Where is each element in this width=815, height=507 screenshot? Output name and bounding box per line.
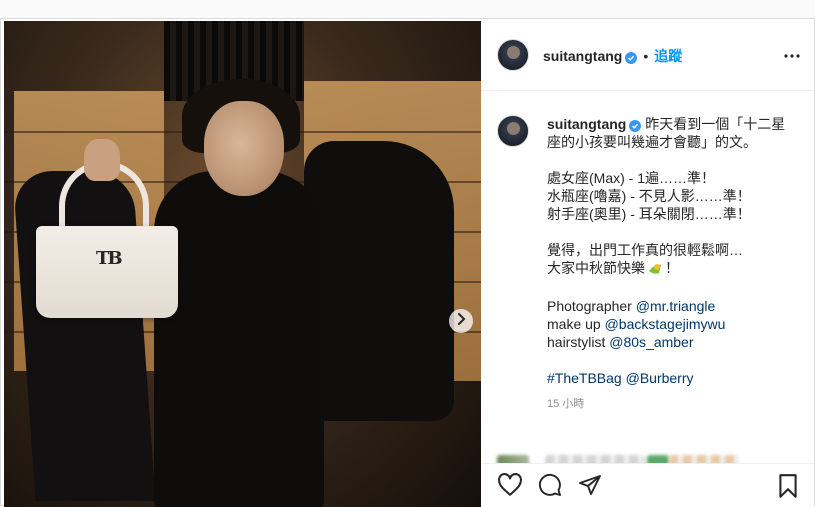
credit-line: make up @backstagejimywu bbox=[547, 315, 793, 333]
caption: suitangtang 昨天看到一個「十二星 座的小孩要叫幾遍才會聽」的文。 處… bbox=[547, 115, 793, 413]
figure-dress bbox=[154, 171, 324, 507]
caption-username[interactable]: suitangtang bbox=[547, 116, 626, 132]
credit-line: hairstylist @80s_amber bbox=[547, 333, 793, 351]
mention-link[interactable]: @backstagejimywu bbox=[605, 316, 726, 332]
credit-label: hairstylist bbox=[547, 334, 606, 350]
credit-label: make up bbox=[547, 316, 601, 332]
chevron-right-icon bbox=[456, 312, 466, 330]
separator-dot: • bbox=[643, 48, 649, 64]
avatar[interactable] bbox=[497, 39, 529, 71]
verified-badge-icon bbox=[629, 120, 642, 132]
caption-line: 覺得，出門工作真的很輕鬆啊… bbox=[547, 242, 743, 258]
caption-text: 大家中秋節快樂 bbox=[547, 260, 645, 276]
comment-icon[interactable] bbox=[537, 473, 563, 502]
caption-line: 大家中秋節快樂 ！ bbox=[547, 259, 793, 279]
post-photo[interactable]: TB bbox=[4, 21, 481, 507]
verified-badge-icon bbox=[625, 52, 638, 64]
caption-text: 昨天看到一個「十二星 bbox=[645, 116, 786, 132]
post-actions bbox=[481, 463, 814, 507]
caption-line: 水瓶座(嚕嘉) - 不見人影……準！ bbox=[547, 188, 751, 204]
time-ago[interactable]: 15 小時 bbox=[547, 395, 793, 413]
mention-link[interactable]: @80s_amber bbox=[609, 334, 693, 350]
bag-logo: TB bbox=[96, 248, 123, 269]
caption-line: suitangtang 昨天看到一個「十二星 bbox=[547, 115, 793, 133]
heart-icon[interactable] bbox=[497, 473, 523, 502]
instagram-post: TB suitangtang • 追蹤 suitangtang 昨天看到一個「十二星… bbox=[0, 18, 815, 507]
caption-line: 處女座(Max) - 1遍……準！ bbox=[547, 170, 715, 186]
follow-button[interactable]: 追蹤 bbox=[654, 48, 682, 64]
tags-line: #TheTBBag @Burberry bbox=[547, 369, 793, 387]
figure-sleeve-right bbox=[304, 141, 454, 421]
mention-link[interactable]: @mr.triangle bbox=[636, 298, 716, 314]
caption-text: ！ bbox=[665, 260, 679, 276]
handbag: TB bbox=[36, 226, 178, 318]
credit-line: Photographer @mr.triangle bbox=[547, 297, 793, 315]
mention-link[interactable]: @Burberry bbox=[626, 370, 694, 386]
figure-hand bbox=[84, 139, 120, 181]
caption-line: 座的小孩要叫幾遍才會聽」的文。 bbox=[547, 134, 757, 150]
mooncake-emoji-icon bbox=[647, 261, 663, 279]
credit-label: Photographer bbox=[547, 298, 632, 314]
next-image-button[interactable] bbox=[449, 309, 473, 333]
paper-plane-icon[interactable] bbox=[577, 473, 603, 502]
header-user-line: suitangtang • 追蹤 bbox=[543, 46, 682, 66]
caption-avatar[interactable] bbox=[497, 115, 529, 147]
more-options-icon[interactable] bbox=[784, 45, 800, 63]
hashtag-link[interactable]: #TheTBBag bbox=[547, 370, 622, 386]
header-username[interactable]: suitangtang bbox=[543, 48, 622, 64]
caption-line: 射手座(奧里) - 耳朵關閉……準！ bbox=[547, 206, 751, 222]
post-header: suitangtang • 追蹤 bbox=[481, 19, 814, 91]
bookmark-icon[interactable] bbox=[777, 473, 799, 504]
figure-face bbox=[204, 101, 284, 196]
